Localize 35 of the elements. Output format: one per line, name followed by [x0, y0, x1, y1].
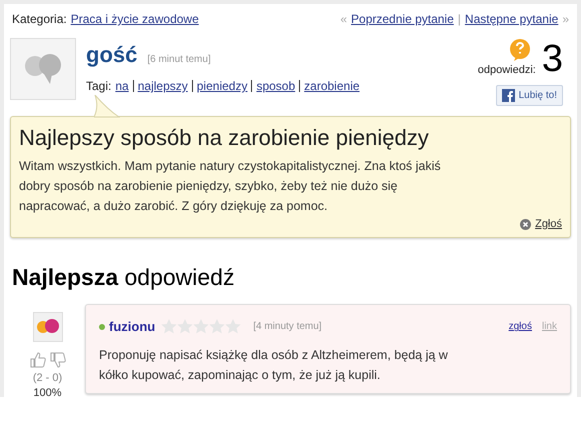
- vote-percent: 100%: [33, 386, 62, 398]
- answers-count: 3: [542, 38, 563, 78]
- report-link[interactable]: Zgłoś: [535, 216, 562, 232]
- tag-link[interactable]: pieniedzy: [196, 77, 248, 95]
- category-link[interactable]: Praca i życie zawodowe: [70, 10, 199, 28]
- speech-bubbles-icon: [22, 52, 64, 86]
- tag-link[interactable]: najlepszy: [138, 77, 188, 95]
- tag-link[interactable]: zarobienie: [304, 77, 360, 95]
- thumbs-down-icon[interactable]: [50, 352, 66, 368]
- question-bubble-icon: [508, 38, 532, 62]
- timestamp: [4 minuty temu]: [253, 320, 322, 334]
- vote-count: (2 - 0): [32, 371, 62, 386]
- like-button[interactable]: Lubię to!: [496, 84, 563, 106]
- facebook-icon: [502, 88, 515, 102]
- separator: |: [458, 11, 461, 28]
- answer-text: Proponuję napisać książkę dla osób z Altzheimerem, będą ją w kółko kupować, zapominając o tym, że już ją kupili.: [99, 346, 449, 384]
- report-link[interactable]: zgłoś: [508, 319, 532, 334]
- question-text: Witam wszystkich. Mam pytanie natury czystokapitalistycznej. Zna ktoś jakiś dobry sposób na zarobienie pieniędzy, szybko, żeby też nie dużo się napracować, a dużo zarobić. Z góry dziękuję za pomoc.: [19, 158, 442, 215]
- next-mark: »: [562, 11, 569, 28]
- tags-label: Tagi:: [86, 78, 112, 95]
- author-name[interactable]: gość: [86, 38, 138, 71]
- close-icon: [520, 218, 532, 230]
- category-label: Kategoria:: [12, 11, 67, 28]
- previous-question-link[interactable]: Poprzednie pytanie: [351, 10, 454, 28]
- timestamp: [6 minut temu]: [147, 53, 211, 67]
- question-title: Najlepszy sposób na zarobienie pieniędzy: [19, 124, 430, 152]
- tag-link[interactable]: sposob: [256, 77, 296, 95]
- answers-label: odpowiedzi:: [478, 63, 536, 78]
- author-name[interactable]: fuzionu: [109, 317, 156, 336]
- prev-mark: «: [340, 11, 348, 28]
- tag-link[interactable]: na: [115, 77, 129, 95]
- speech-bubbles-icon: [36, 319, 60, 335]
- next-question-link[interactable]: Następne pytanie: [464, 10, 558, 28]
- thumbs-up-icon[interactable]: [30, 352, 46, 368]
- section-heading: Najlepsza odpowiedź: [12, 262, 236, 292]
